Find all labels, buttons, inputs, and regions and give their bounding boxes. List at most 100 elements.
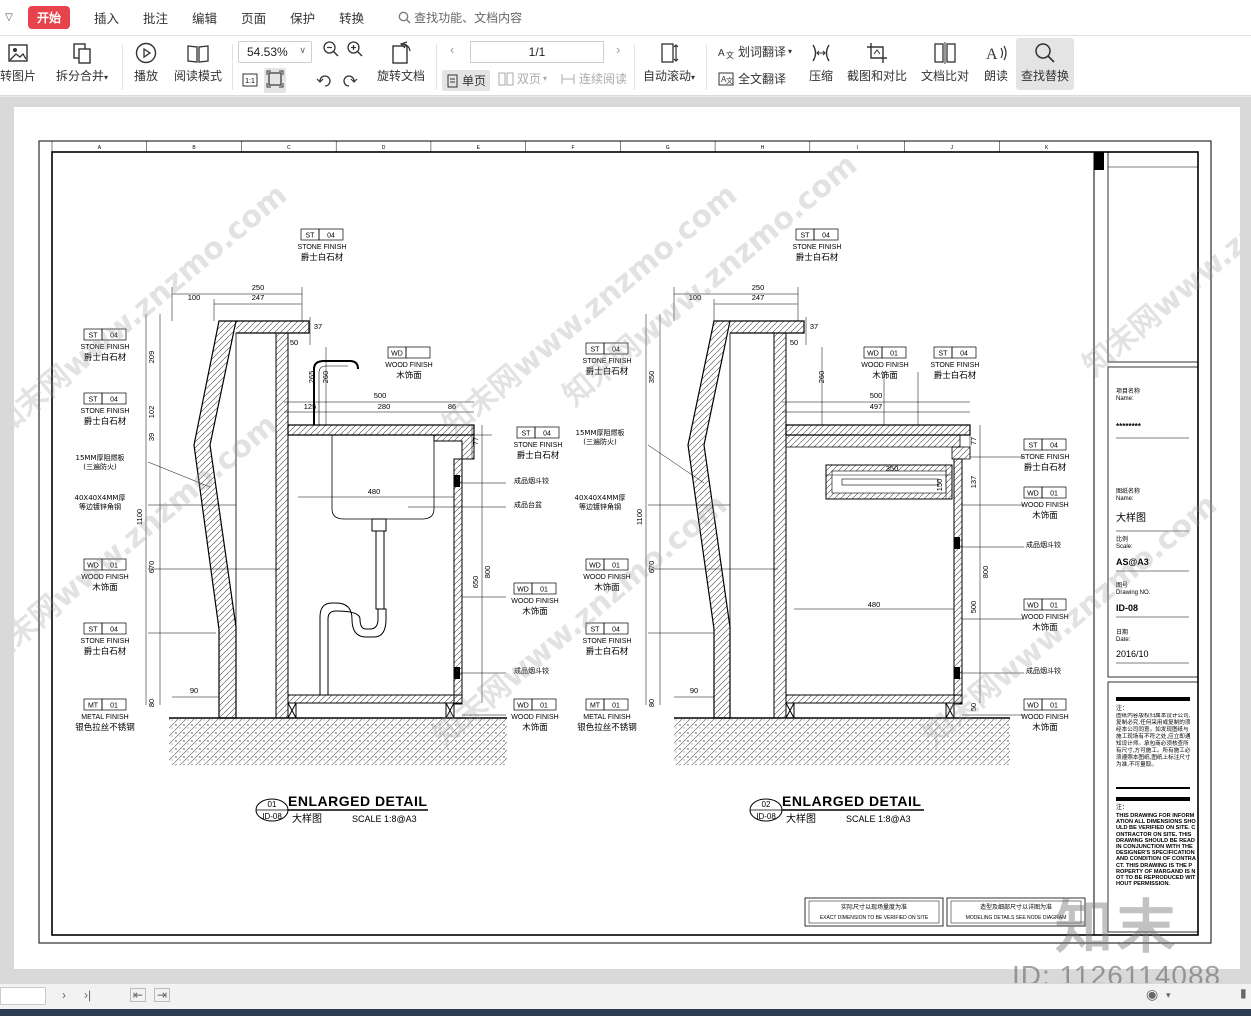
material-tag: MT 01 METAL FINISH银色拉丝不锈钢 [75,698,135,733]
rotate-doc-button[interactable]: 旋转文档 [372,38,430,84]
dim-80: 80 [147,699,156,707]
find-replace-button[interactable]: 查找替换 [1016,38,1074,90]
play-button[interactable]: 播放 [128,38,164,84]
compress-button[interactable]: 压缩 [802,38,840,84]
tag-en: STONE FINISH [793,244,842,251]
tag-num: 04 [1050,443,1058,450]
rotate-right-icon[interactable] [340,72,358,91]
tag-num: 01 [612,703,620,710]
chevron-down-icon[interactable]: ▾ [1166,990,1171,1001]
read-aloud-button[interactable]: A 朗读 [978,38,1014,84]
callout-note: 等边镀锌角钢 [579,502,621,511]
prev-page-icon[interactable]: ‹ [450,42,454,57]
tag-code: WD [867,351,879,358]
next-page-icon[interactable]: › [62,988,66,1002]
word-translate-button[interactable]: A文 划词翻译 ▾ [718,43,792,60]
tb-note-label: 注： [1116,704,1128,712]
tb-drawing-label-en: Name: [1116,496,1134,502]
screenshot-compare-button[interactable]: 截图和对比 [844,38,910,84]
grid-letter: F [571,145,574,151]
tag-cn: 爵士白石材 [1024,462,1067,473]
dim-77: 77 [471,437,480,445]
double-page-icon [498,72,514,85]
page-number-input[interactable]: 1/1 [470,41,604,63]
zoom-in-icon[interactable] [346,40,364,61]
footer2-en: MODELING DETAILS SEE NODE DIAGRAM [966,915,1066,921]
dim-800: 800 [483,566,492,579]
page-jump-input[interactable] [0,987,46,1005]
menu-insert[interactable]: 插入 [94,8,119,27]
tag-en: WOOD FINISH [1021,502,1068,509]
detail02-number: 02 [762,800,771,809]
full-translate-button[interactable]: A文 全文翻译 [718,70,786,87]
detail01-title: 01 ID-08 ENLARGED DETAIL 大样图 SCALE 1:8@A… [255,793,428,825]
tag-en: WOOD FINISH [511,714,558,721]
tag-cn: 爵士白石材 [586,646,629,657]
material-tag: ST 04 STONE FINISH爵士白石材 [298,228,346,263]
material-tag: ST 04 STONE FINISH爵士白石材 [81,622,129,657]
rotate-left-icon[interactable] [316,72,334,91]
grid-letter: J [951,145,954,151]
tb-drawing-label-cn: 图纸名称 [1116,487,1140,495]
material-tag: WD 01 WOOD FINISH木饰面 [511,582,559,617]
tag-en: WOOD FINISH [385,362,432,369]
menu-annotate[interactable]: 批注 [143,8,168,27]
collapse-icon[interactable]: ⇤ [130,988,147,1002]
single-page-button[interactable]: 单页 [442,70,491,91]
doc-compare-button[interactable]: 文档比对 [916,38,974,84]
split-merge-button[interactable]: 拆分合并▾ [52,38,112,86]
dim-37: 37 [810,322,818,331]
dim-650: 650 [471,576,480,589]
fit-page-icon[interactable] [264,68,286,93]
single-page-icon [447,74,458,87]
callout-note: 成品烟斗铰 [1026,540,1061,549]
last-page-icon[interactable]: ›| [84,988,91,1002]
tag-en: WOOD FINISH [861,362,908,369]
detail01-number: 01 [268,800,277,809]
tag-en: STONE FINISH [81,408,130,415]
eye-icon[interactable]: ◉ [1146,986,1158,1003]
tag-code: WD [1027,491,1039,498]
auto-scroll-button[interactable]: 自动滚动▾ [638,38,700,86]
dim-670: 670 [147,561,156,574]
actual-size-icon[interactable]: 1:1 [242,72,258,91]
tag-code: WD [1027,703,1039,710]
to-image-button[interactable]: 转图片 [0,38,42,84]
dim-125: 125 [304,402,317,411]
zoom-select[interactable]: 54.53% ∨ [238,41,312,63]
double-page-button[interactable]: 双页 ▾ [498,70,547,87]
document-viewport[interactable]: A B C D E F G H I J K 项目名称 Name: ******** 图纸名称 Nam… [0,97,1251,983]
read-mode-button[interactable]: 阅读模式 [170,38,226,84]
menu-protect[interactable]: 保护 [290,8,315,27]
search-box[interactable]: 查找功能、文档内容 [398,9,522,26]
bookmark-icon[interactable]: ▮ [1240,986,1247,1000]
detail02-subtitle: 大样图 [786,812,816,825]
zoom-out-icon[interactable] [322,40,340,61]
dim-480: 480 [868,600,881,609]
footer1-cn: 实际尺寸以现场量度为准 [841,903,907,911]
tag-cn: 爵士白石材 [796,252,839,263]
chevron-down-icon[interactable]: ▽ [0,12,18,23]
dim-260: 260 [817,371,826,384]
tag-code: ST [801,233,811,240]
dim-150: 150 [935,479,944,492]
speaker-icon: A [986,45,1007,63]
menu-start[interactable]: 开始 [28,6,71,29]
rotate-doc-icon [392,41,411,64]
callout-note: 40X40X4MM厚 [575,494,626,502]
grid-letter: G [666,145,670,151]
search-placeholder: 查找功能、文档内容 [414,11,523,25]
tag-num: 01 [1050,491,1058,498]
detail02-title: 02 ID-08 ENLARGED DETAIL 大样图 SCALE 1:8@A… [749,793,924,825]
callout-note: (三遍防火) [583,437,617,446]
dim-1100: 1100 [635,509,644,525]
continuous-read-button[interactable]: 连续阅读 [560,70,627,87]
tb-date-label-en: Date: [1116,637,1131,643]
menu-convert[interactable]: 转换 [339,8,364,27]
menu-page[interactable]: 页面 [241,8,266,27]
menu-edit[interactable]: 编辑 [192,8,217,27]
dim-497: 497 [870,402,883,411]
expand-icon[interactable]: ⇥ [154,988,171,1002]
svg-text:文: 文 [726,50,734,59]
next-page-icon[interactable]: › [616,42,620,57]
